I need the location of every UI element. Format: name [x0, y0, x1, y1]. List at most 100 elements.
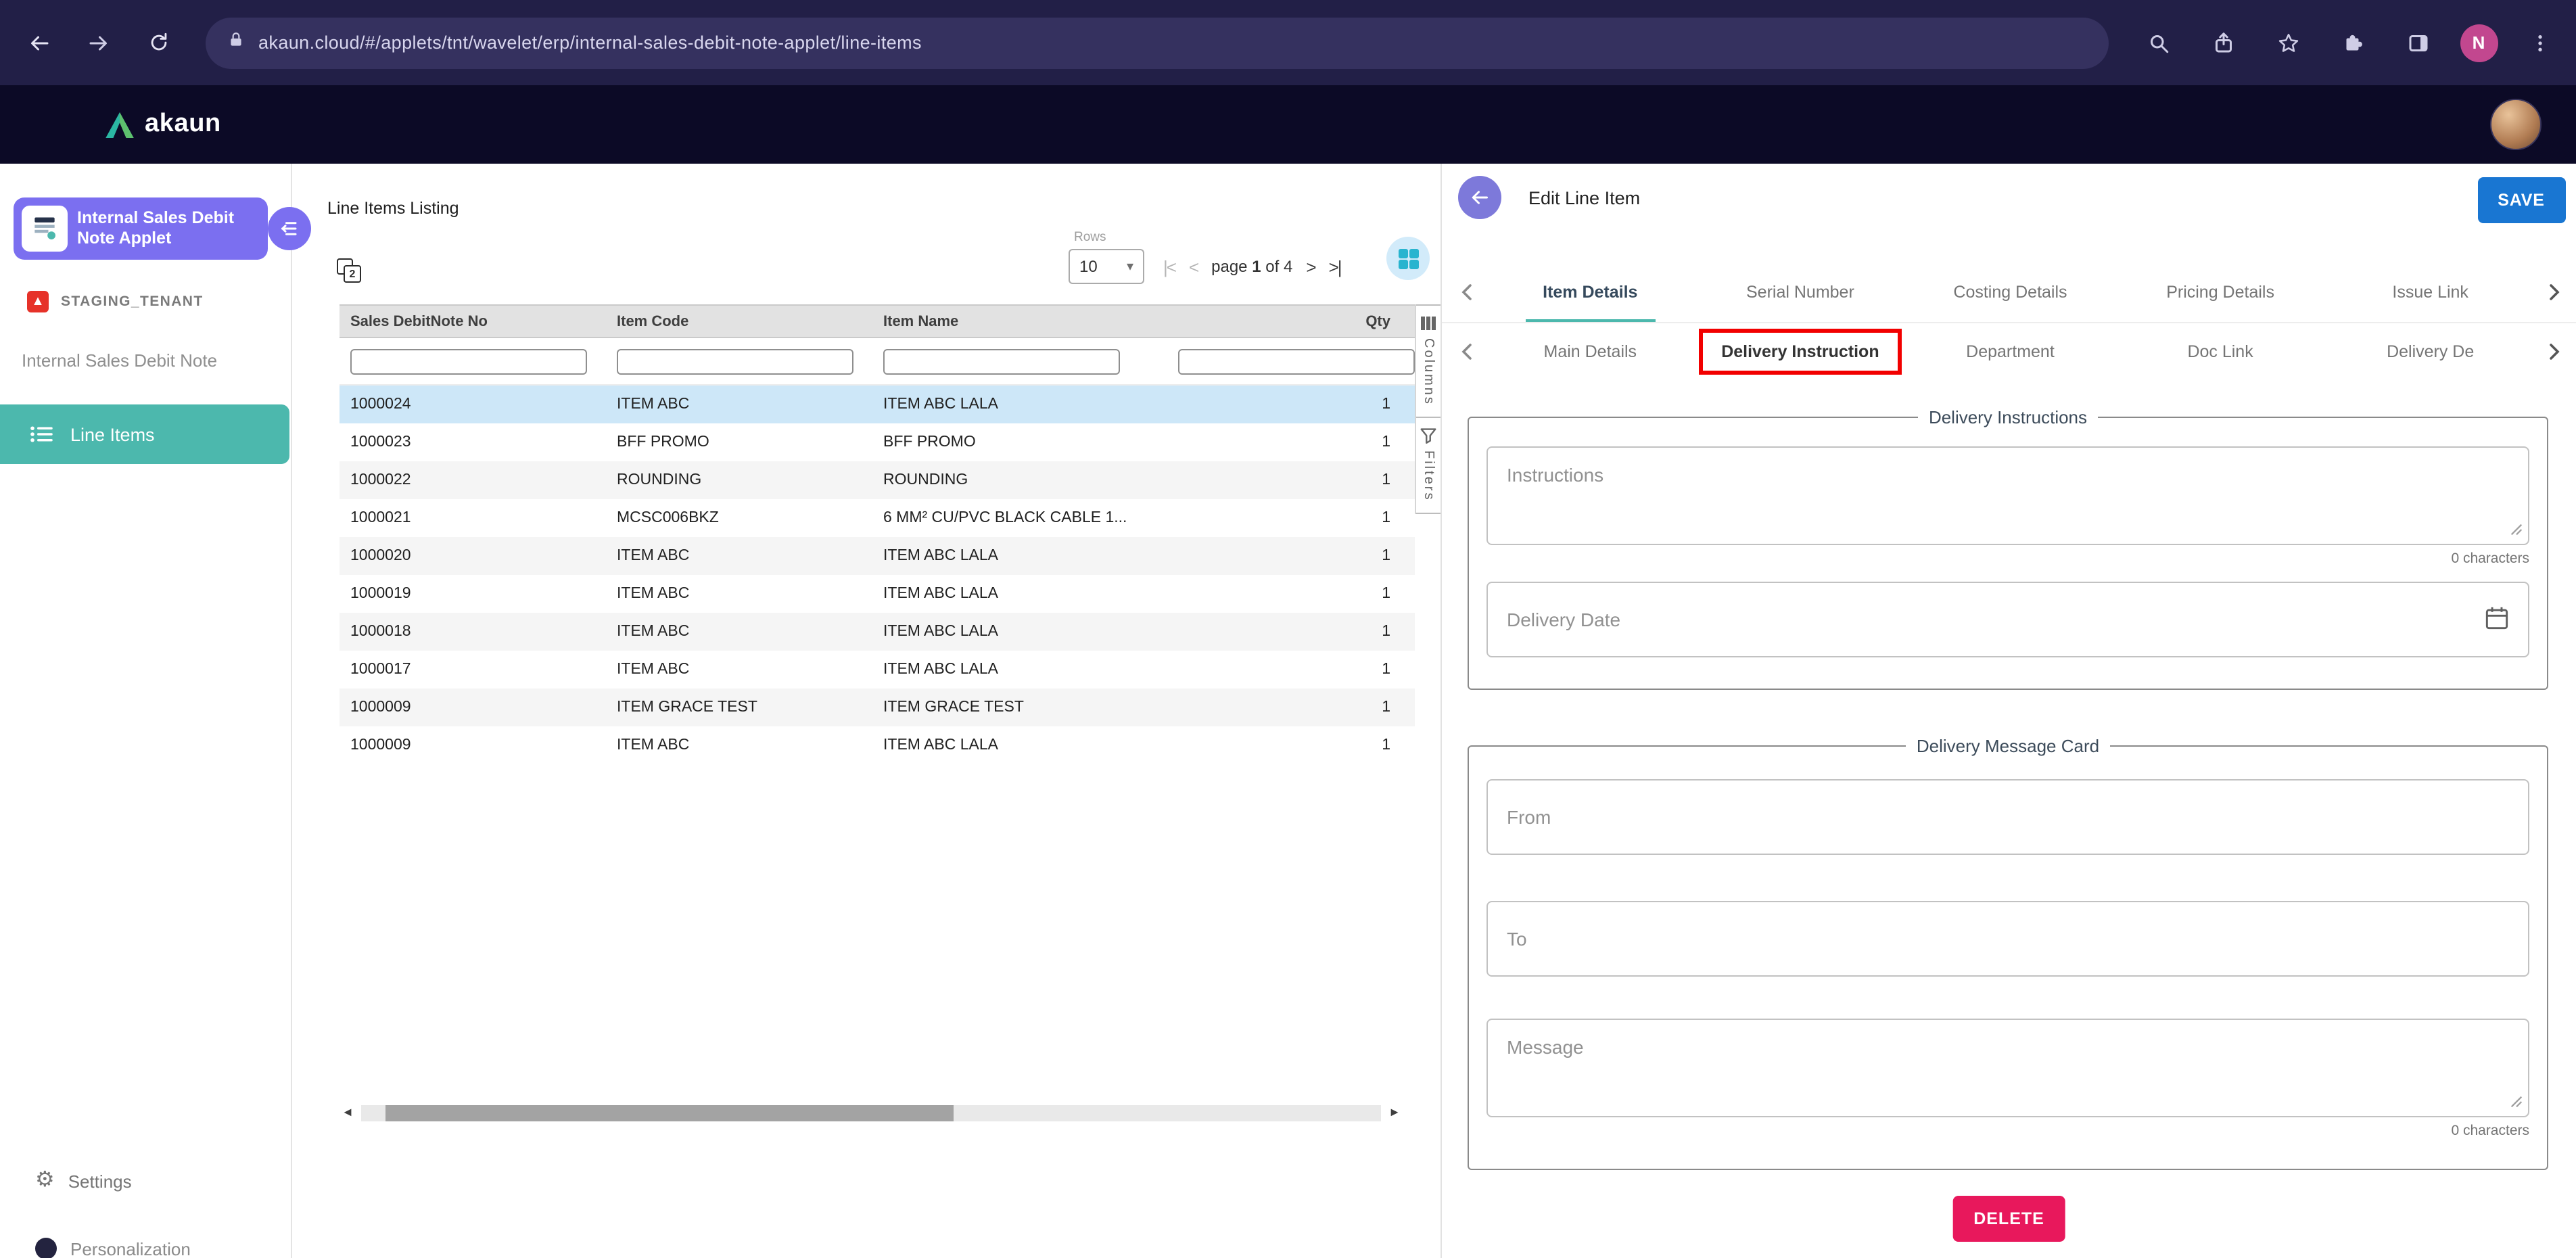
scrollbar-thumb[interactable]	[385, 1104, 954, 1121]
table-side-tabs: Columns Filters	[1415, 304, 1441, 513]
table-header-row: Sales DebitNote No Item Code Item Name Q…	[339, 304, 1415, 338]
sidebar-item-personalization[interactable]: Personalization	[35, 1238, 191, 1258]
tab-serial-number[interactable]: Serial Number	[1695, 262, 1906, 322]
calendar-icon[interactable]	[2482, 603, 2512, 633]
next-page-button[interactable]: >	[1306, 256, 1315, 277]
tabs-scroll-right-icon[interactable]	[2535, 283, 2571, 302]
cell-sales-debitnote-no: 1000019	[339, 586, 606, 602]
cell-item-code: ITEM ABC	[606, 661, 872, 678]
tab-department[interactable]: Department	[1905, 322, 2115, 381]
column-header-sales-debitnote-no[interactable]: Sales DebitNote No	[339, 313, 606, 329]
tab-costing-details[interactable]: Costing Details	[1905, 262, 2115, 322]
from-input[interactable]	[1486, 779, 2529, 855]
address-bar[interactable]: akaun.cloud/#/applets/tnt/wavelet/erp/in…	[206, 17, 2108, 68]
scrollbar-track[interactable]	[361, 1104, 1381, 1121]
tab-doc-link[interactable]: Doc Link	[2115, 322, 2326, 381]
akaun-logo[interactable]: akaun	[106, 110, 221, 139]
browser-toolbar: akaun.cloud/#/applets/tnt/wavelet/erp/in…	[0, 0, 2576, 85]
personalization-avatar-icon	[35, 1238, 57, 1258]
cell-sales-debitnote-no: 1000020	[339, 548, 606, 564]
table-row[interactable]: 1000009 ITEM GRACE TEST ITEM GRACE TEST …	[339, 689, 1415, 726]
tab-issue-link[interactable]: Issue Link	[2325, 262, 2535, 322]
extensions-puzzle-icon[interactable]	[2330, 20, 2376, 66]
subtabs-scroll-right-icon[interactable]	[2535, 342, 2571, 361]
scroll-left-icon[interactable]: ◄	[337, 1101, 358, 1124]
delivery-instructions-section: Delivery Instructions 0 characters	[1468, 407, 2548, 690]
column-header-qty[interactable]: Qty	[1139, 313, 1415, 329]
share-icon[interactable]	[2200, 20, 2246, 66]
tab-item-details[interactable]: Item Details	[1485, 262, 1695, 322]
collapse-menu-icon[interactable]	[268, 207, 311, 250]
table-row[interactable]: 1000023 BFF PROMO BFF PROMO 1	[339, 423, 1415, 461]
last-page-button[interactable]: >|	[1329, 256, 1341, 277]
save-button[interactable]: SAVE	[2477, 177, 2565, 223]
tab-pricing-details[interactable]: Pricing Details	[2115, 262, 2326, 322]
filters-tab[interactable]: Filters	[1416, 418, 1441, 513]
cell-item-name: ITEM ABC LALA	[872, 624, 1139, 640]
browser-refresh-icon[interactable]	[135, 20, 181, 66]
cell-item-name: ITEM ABC LALA	[872, 548, 1139, 564]
table-row[interactable]: 1000019 ITEM ABC ITEM ABC LALA 1	[339, 575, 1415, 613]
filter-funnel-icon	[1420, 427, 1436, 444]
table-row[interactable]: 1000022 ROUNDING ROUNDING 1	[339, 461, 1415, 499]
sidebar-item-settings[interactable]: ⚙ Settings	[35, 1170, 132, 1192]
grid-icon	[1398, 248, 1418, 269]
copy-rows-icon[interactable]: 2	[337, 258, 361, 283]
filter-input-qty[interactable]	[1178, 348, 1415, 374]
tab-delivery-instruction[interactable]: Delivery Instruction	[1695, 322, 1906, 381]
table-row[interactable]: 1000009 ITEM ABC ITEM ABC LALA 1	[339, 726, 1415, 764]
filter-input-item-name[interactable]	[883, 348, 1120, 374]
browser-profile-avatar[interactable]: N	[2460, 24, 2498, 62]
browser-forward-icon[interactable]	[76, 20, 122, 66]
tabs-scroll-left-icon[interactable]	[1450, 283, 1485, 302]
cell-item-code: MCSC006BKZ	[606, 510, 872, 526]
instructions-textarea[interactable]	[1486, 446, 2529, 545]
browser-menu-dots-icon[interactable]	[2516, 20, 2562, 66]
rows-per-page-select[interactable]: 10 ▾	[1069, 249, 1144, 284]
delivery-date-input[interactable]	[1486, 582, 2529, 657]
filters-tab-label: Filters	[1421, 450, 1436, 501]
back-button[interactable]	[1458, 176, 1501, 219]
table-row[interactable]: 1000020 ITEM ABC ITEM ABC LALA 1	[339, 537, 1415, 575]
column-header-item-name[interactable]: Item Name	[872, 313, 1139, 329]
line-items-table: Sales DebitNote No Item Code Item Name Q…	[339, 304, 1415, 764]
table-row[interactable]: 1000024 ITEM ABC ITEM ABC LALA 1	[339, 386, 1415, 423]
sidebar-item-tenant[interactable]: STAGING_TENANT	[27, 291, 204, 312]
settings-label: Settings	[68, 1171, 132, 1191]
apps-grid-button[interactable]	[1386, 237, 1430, 280]
filter-input-sales-debitnote-no[interactable]	[350, 348, 587, 374]
prev-page-button[interactable]: <	[1189, 256, 1198, 277]
table-row[interactable]: 1000018 ITEM ABC ITEM ABC LALA 1	[339, 613, 1415, 651]
columns-icon	[1420, 315, 1436, 331]
tab-main-details[interactable]: Main Details	[1485, 322, 1695, 381]
listing-title: Line Items Listing	[327, 199, 459, 218]
editor-title: Edit Line Item	[1528, 188, 1640, 208]
sidebar-item-applet[interactable]: Internal Sales Debit Note Applet	[14, 197, 268, 260]
cell-qty: 1	[1139, 661, 1415, 678]
user-avatar[interactable]	[2489, 99, 2541, 150]
tab-delivery-details[interactable]: Delivery De	[2325, 322, 2535, 381]
scroll-right-icon[interactable]: ►	[1384, 1101, 1405, 1124]
table-row[interactable]: 1000017 ITEM ABC ITEM ABC LALA 1	[339, 651, 1415, 689]
cell-item-name: ITEM ABC LALA	[872, 737, 1139, 753]
first-page-button[interactable]: |<	[1163, 256, 1175, 277]
columns-tab[interactable]: Columns	[1416, 304, 1441, 418]
search-icon[interactable]	[2135, 20, 2181, 66]
sidebar-item-line-items[interactable]: Line Items	[0, 404, 289, 464]
delete-button[interactable]: DELETE	[1953, 1196, 2065, 1242]
side-panel-icon[interactable]	[2395, 20, 2441, 66]
cell-sales-debitnote-no: 1000021	[339, 510, 606, 526]
column-header-item-code[interactable]: Item Code	[606, 313, 872, 329]
subtabs-scroll-left-icon[interactable]	[1450, 342, 1485, 361]
to-input[interactable]	[1486, 901, 2529, 977]
cell-qty: 1	[1139, 510, 1415, 526]
horizontal-scrollbar: ◄ ►	[337, 1101, 1405, 1124]
bookmark-star-icon[interactable]	[2265, 20, 2311, 66]
cell-sales-debitnote-no: 1000009	[339, 737, 606, 753]
table-row[interactable]: 1000021 MCSC006BKZ 6 MM² CU/PVC BLACK CA…	[339, 499, 1415, 537]
rows-per-page-label: Rows	[1074, 230, 1106, 245]
browser-back-icon[interactable]	[16, 20, 62, 66]
message-textarea[interactable]	[1486, 1019, 2529, 1117]
filter-input-item-code[interactable]	[617, 348, 853, 374]
columns-tab-label: Columns	[1421, 338, 1436, 406]
